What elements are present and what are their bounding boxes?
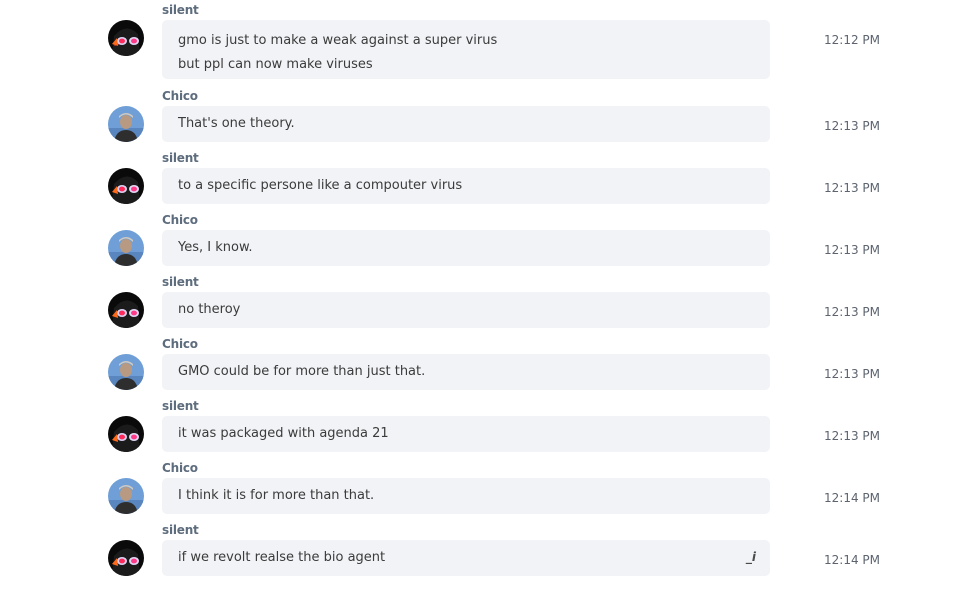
- message-text: to a specific persone like a compouter v…: [178, 178, 463, 193]
- sender-name[interactable]: silent: [162, 523, 199, 537]
- sender-name[interactable]: silent: [162, 399, 199, 413]
- silent-avatar[interactable]: [108, 292, 144, 328]
- message-time: 12:14 PM: [824, 491, 880, 505]
- chico-avatar[interactable]: [108, 230, 144, 266]
- message-bubble[interactable]: That's one theory.: [162, 106, 770, 142]
- sender-name[interactable]: silent: [162, 151, 199, 165]
- sender-name[interactable]: Chico: [162, 461, 198, 475]
- message-text: if we revolt realse the bio agent: [178, 550, 386, 565]
- sender-name[interactable]: Chico: [162, 213, 198, 227]
- message-time: 12:13 PM: [824, 181, 880, 195]
- message-bubble[interactable]: I think it is for more than that.: [162, 478, 770, 514]
- message-time: 12:14 PM: [824, 553, 880, 567]
- message-bubble[interactable]: it was packaged with agenda 21: [162, 416, 770, 452]
- sender-name[interactable]: Chico: [162, 337, 198, 351]
- message-bubble[interactable]: to a specific persone like a compouter v…: [162, 168, 770, 204]
- sender-name[interactable]: Chico: [162, 89, 198, 103]
- message-text: gmo is just to make a weak against a sup…: [178, 33, 498, 48]
- typing-edit-icon[interactable]: _i: [746, 550, 756, 564]
- message-time: 12:13 PM: [824, 367, 880, 381]
- message-text: no theroy: [178, 302, 241, 317]
- message-text: Yes, I know.: [178, 240, 253, 255]
- message-text: it was packaged with agenda 21: [178, 426, 389, 441]
- message-text: I think it is for more than that.: [178, 488, 375, 503]
- silent-avatar[interactable]: [108, 416, 144, 452]
- silent-avatar[interactable]: [108, 20, 144, 56]
- sender-name[interactable]: silent: [162, 275, 199, 289]
- message-bubble[interactable]: gmo is just to make a weak against a sup…: [162, 20, 770, 79]
- message-time: 12:13 PM: [824, 429, 880, 443]
- message-bubble[interactable]: no theroy: [162, 292, 770, 328]
- silent-avatar[interactable]: [108, 168, 144, 204]
- message-time: 12:12 PM: [824, 33, 880, 47]
- chico-avatar[interactable]: [108, 106, 144, 142]
- chat-transcript: silent gmo is just to make a weak agains…: [0, 0, 977, 606]
- silent-avatar[interactable]: [108, 540, 144, 576]
- chico-avatar[interactable]: [108, 354, 144, 390]
- message-time: 12:13 PM: [824, 119, 880, 133]
- message-text: GMO could be for more than just that.: [178, 364, 426, 379]
- message-text: but ppl can now make viruses: [178, 57, 373, 72]
- message-time: 12:13 PM: [824, 243, 880, 257]
- message-time: 12:13 PM: [824, 305, 880, 319]
- message-bubble[interactable]: if we revolt realse the bio agent _i: [162, 540, 770, 576]
- message-text: That's one theory.: [178, 116, 295, 131]
- sender-name[interactable]: silent: [162, 3, 199, 17]
- message-bubble[interactable]: Yes, I know.: [162, 230, 770, 266]
- message-bubble[interactable]: GMO could be for more than just that.: [162, 354, 770, 390]
- chico-avatar[interactable]: [108, 478, 144, 514]
